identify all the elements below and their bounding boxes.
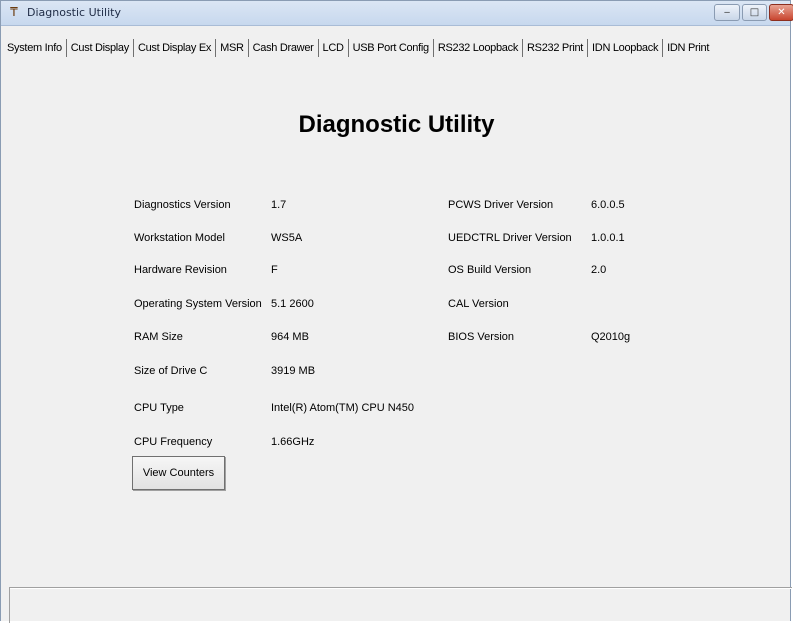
hardware-revision-value: F — [271, 264, 278, 276]
tab-cust-display-ex[interactable]: Cust Display Ex — [132, 39, 215, 57]
cpu-type-value: Intel(R) Atom(TM) CPU N450 — [271, 402, 415, 414]
tab-system-info[interactable]: System Info — [3, 39, 66, 57]
main-window: ₸ Diagnostic Utility ‒ □ ✕ System Info Cu… — [0, 0, 793, 623]
drive-c-size-value: 3919 MB — [271, 365, 316, 377]
bottom-separator — [9, 587, 792, 589]
drive-c-size-label: Size of Drive C — [134, 365, 208, 377]
minimize-button[interactable]: ‒ — [714, 4, 740, 21]
status-panel-edge — [9, 587, 10, 623]
cpu-frequency-value: 1.66GHz — [271, 436, 315, 448]
bios-version-label: BIOS Version — [448, 331, 515, 343]
title-bar[interactable]: ₸ Diagnostic Utility ‒ □ ✕ — [1, 1, 793, 26]
cpu-frequency-label: CPU Frequency — [134, 436, 213, 448]
tab-cust-display[interactable]: Cust Display — [65, 39, 133, 57]
tab-idn-print[interactable]: IDN Print — [662, 39, 713, 57]
page-title: Diagnostic Utility — [298, 111, 495, 138]
hardware-revision-label: Hardware Revision — [134, 264, 227, 276]
cpu-type-label: CPU Type — [134, 402, 184, 414]
tab-msr[interactable]: MSR — [215, 39, 248, 57]
ram-size-label: RAM Size — [134, 331, 183, 343]
maximize-button[interactable]: □ — [742, 4, 767, 21]
diagnostics-version-label: Diagnostics Version — [134, 199, 231, 211]
close-button[interactable]: ✕ — [769, 4, 793, 21]
ram-size-value: 964 MB — [271, 331, 309, 343]
workstation-model-value: WS5A — [271, 232, 303, 244]
diagnostics-version-value: 1.7 — [271, 199, 287, 211]
os-build-version-value: 2.0 — [591, 264, 607, 276]
cal-version-label: CAL Version — [448, 298, 509, 310]
uedctrl-driver-version-label: UEDCTRL Driver Version — [448, 232, 572, 244]
tab-cash-drawer[interactable]: Cash Drawer — [247, 39, 318, 57]
tab-idn-loopback[interactable]: IDN Loopback — [587, 39, 662, 57]
view-counters-button[interactable]: View Counters — [132, 456, 225, 490]
pcws-driver-version-label: PCWS Driver Version — [448, 199, 554, 211]
tab-usb-port-config[interactable]: USB Port Config — [347, 39, 433, 57]
window-title: Diagnostic Utility — [27, 6, 121, 19]
os-version-value: 5.1 2600 — [271, 298, 314, 310]
os-build-version-label: OS Build Version — [448, 264, 532, 276]
tab-lcd[interactable]: LCD — [317, 39, 348, 57]
tab-strip: System Info Cust Display Cust Display Ex MS… — [3, 39, 788, 61]
os-version-label: Operating System Version — [134, 298, 262, 310]
pcws-driver-version-value: 6.0.0.5 — [591, 199, 625, 211]
tab-rs232-print[interactable]: RS232 Print — [522, 39, 587, 57]
app-icon: ₸ — [10, 5, 18, 19]
uedctrl-driver-version-value: 1.0.0.1 — [591, 232, 625, 244]
bios-version-value: Q2010g — [591, 331, 631, 343]
tab-rs232-loopback[interactable]: RS232 Loopback — [432, 39, 522, 57]
workstation-model-label: Workstation Model — [134, 232, 225, 244]
